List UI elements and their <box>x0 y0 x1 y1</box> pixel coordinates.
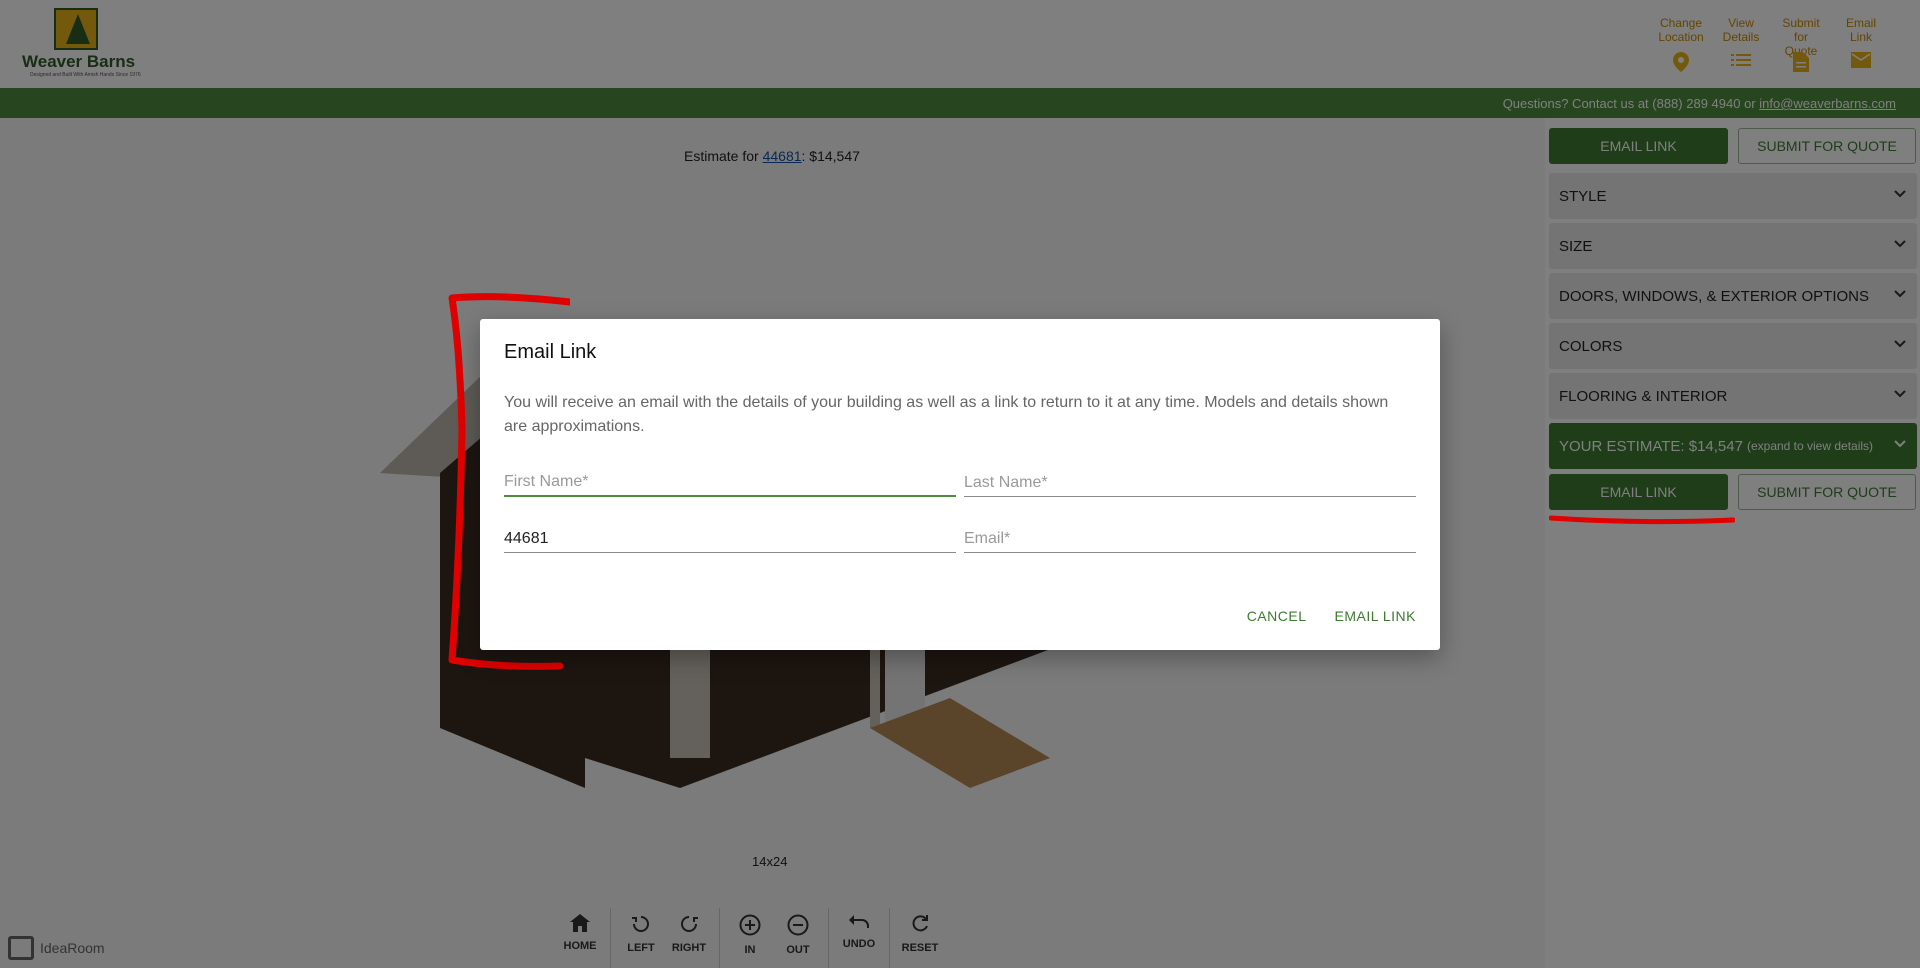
email-link-submit-button[interactable]: EMAIL LINK <box>1334 608 1416 624</box>
zip-field <box>504 525 956 557</box>
last-name-field <box>964 469 1416 501</box>
email-input[interactable] <box>964 525 1416 553</box>
email-field <box>964 525 1416 557</box>
email-link-dialog: Email Link You will receive an email wit… <box>480 319 1440 650</box>
last-name-input[interactable] <box>964 469 1416 497</box>
zip-input[interactable] <box>504 525 956 553</box>
dialog-description: You will receive an email with the detai… <box>504 394 1389 435</box>
dialog-actions: CANCEL EMAIL LINK <box>1247 608 1416 624</box>
first-name-input[interactable] <box>504 469 956 497</box>
first-name-field <box>504 469 956 501</box>
cancel-button[interactable]: CANCEL <box>1247 608 1307 624</box>
dialog-title: Email Link <box>504 341 597 363</box>
red-underline-annotation <box>1549 515 1735 525</box>
